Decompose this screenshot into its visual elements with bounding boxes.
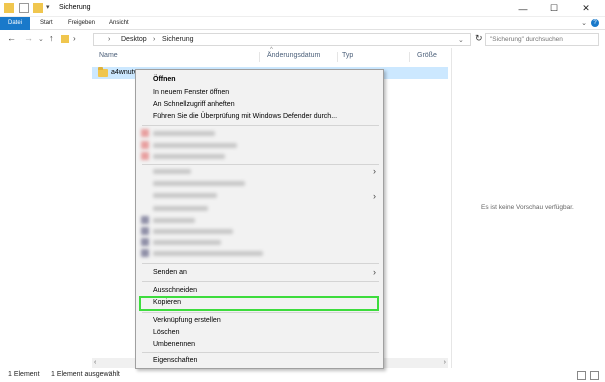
blurred-app-icon [141,238,149,246]
blurred-menu-item[interactable] [153,218,195,223]
menu-separator [142,281,379,282]
window-title: Sicherung [59,4,91,11]
blurred-menu-item[interactable] [153,240,221,245]
blurred-menu-item[interactable] [153,229,233,234]
blurred-app-icon [141,249,149,257]
column-header-row: ^ Name Änderungsdatum Typ Größe [92,47,448,64]
path-separator-icon[interactable]: › [73,34,76,43]
tab-start[interactable]: Start [34,17,59,30]
preview-message: Es ist keine Vorschau verfügbar. [481,204,574,211]
refresh-icon[interactable]: ↻ [475,33,483,44]
menu-separator [142,263,379,264]
menu-item-send-to[interactable]: Senden an [153,269,187,276]
tab-ansicht[interactable]: Ansicht [103,17,135,30]
scroll-right-icon[interactable]: › [444,358,446,368]
submenu-arrow-icon: › [373,267,376,277]
folder-icon [98,67,108,77]
menu-item-delete[interactable]: Löschen [153,329,179,336]
status-bar: 1 Element 1 Element ausgewählt [0,369,605,382]
close-button[interactable]: ✕ [575,0,597,17]
back-icon[interactable]: ← [7,33,16,43]
menu-separator [142,352,379,353]
forward-icon[interactable]: → [24,33,33,43]
folder-icon [4,3,14,13]
preview-divider[interactable] [451,48,452,368]
menu-item-rename[interactable]: Umbenennen [153,341,195,348]
blurred-app-icon [141,129,149,137]
blurred-app-icon [141,141,149,149]
blurred-menu-item[interactable] [153,131,215,136]
address-bar[interactable]: › Desktop › Sicherung ⌄ [93,33,471,46]
maximize-button[interactable]: ☐ [543,0,565,17]
blurred-app-icon [141,216,149,224]
menu-item-open-new-window[interactable]: In neuem Fenster öffnen [153,89,229,96]
address-dropdown-icon[interactable]: ⌄ [458,36,464,44]
selection-count: 1 Element ausgewählt [51,371,120,378]
details-view-icon[interactable] [577,371,586,380]
column-type[interactable]: Typ [335,52,410,62]
menu-item-create-shortcut[interactable]: Verknüpfung erstellen [153,317,221,324]
scroll-left-icon[interactable]: ‹ [94,358,96,368]
chevron-down-icon[interactable]: ▾ [46,3,56,13]
help-icon[interactable]: ? [591,19,599,27]
column-name[interactable]: Name [92,52,260,62]
menu-separator [142,164,379,165]
blurred-menu-item[interactable] [153,251,263,256]
menu-item-cut[interactable]: Ausschneiden [153,287,197,294]
expand-ribbon-icon[interactable]: ⌄ [581,19,587,27]
submenu-arrow-icon: › [373,191,376,201]
tab-datei[interactable]: Datei [0,17,30,30]
menu-separator [142,125,379,126]
ribbon: Datei Start Freigeben Ansicht ⌄ ? [0,17,605,30]
blurred-app-icon [141,227,149,235]
blurred-menu-item[interactable] [153,143,237,148]
blurred-menu-item[interactable] [153,154,225,159]
column-modified[interactable]: Änderungsdatum [260,52,338,62]
menu-item-copy[interactable]: Kopieren [153,299,181,306]
breadcrumb-desktop[interactable]: Desktop [121,36,147,43]
crumb-separator: › [153,36,156,43]
context-menu: Öffnen In neuem Fenster öffnen An Schnel… [135,69,384,369]
menu-separator [142,312,379,313]
blurred-menu-item[interactable] [153,169,191,174]
search-input[interactable] [486,34,598,45]
menu-item-open[interactable]: Öffnen [153,76,176,83]
location-folder-icon [61,35,69,43]
submenu-arrow-icon: › [373,166,376,176]
title-bar: ▾ Sicherung — ☐ ✕ [0,0,605,17]
tab-freigeben[interactable]: Freigeben [62,17,101,30]
blurred-menu-item[interactable] [153,193,217,198]
navigation-bar: ← → ⌄ ↑ › › Desktop › Sicherung ⌄ ↻ [0,31,605,48]
search-box[interactable] [485,33,599,46]
large-icons-view-icon[interactable] [590,371,599,380]
minimize-button[interactable]: — [512,0,534,17]
item-count: 1 Element [8,371,40,378]
recent-locations-icon[interactable]: ⌄ [38,35,44,43]
menu-item-properties[interactable]: Eigenschaften [153,357,197,364]
blurred-app-icon [141,152,149,160]
crumb-separator: › [108,36,111,43]
menu-item-defender-scan[interactable]: Führen Sie die Überprüfung mit Windows D… [153,113,337,120]
blurred-menu-item[interactable] [153,181,245,186]
menu-item-pin-quick-access[interactable]: An Schnellzugriff anheften [153,101,235,108]
properties-icon[interactable] [19,3,29,13]
column-size[interactable]: Größe [410,52,448,62]
up-icon[interactable]: ↑ [49,33,54,43]
blurred-menu-item[interactable] [153,206,208,211]
new-folder-icon[interactable] [33,3,43,13]
breadcrumb-sicherung[interactable]: Sicherung [162,36,194,43]
